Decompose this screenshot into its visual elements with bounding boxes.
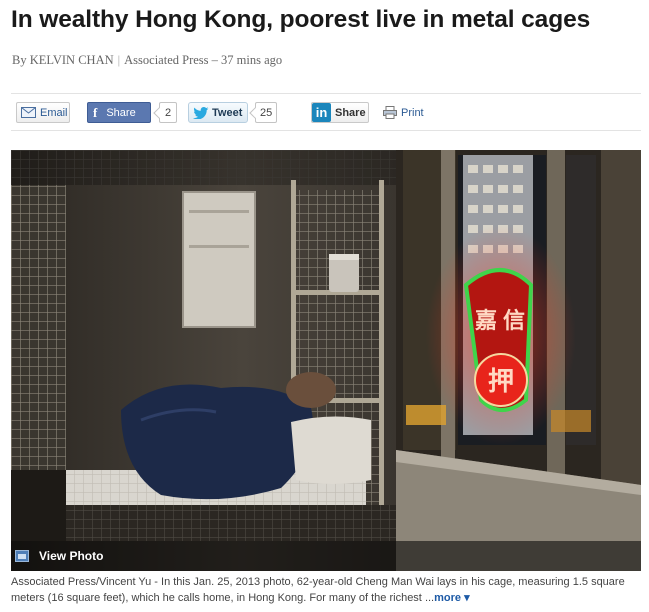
facebook-share-label: Share bbox=[106, 106, 136, 119]
chevron-down-icon: ▾ bbox=[464, 592, 470, 604]
caption-ellipsis: ... bbox=[424, 592, 435, 604]
facebook-share-button[interactable]: f Share bbox=[87, 102, 151, 123]
byline: By KELVIN CHAN | Associated Press – 37 min… bbox=[12, 53, 283, 67]
facebook-share-count: 2 bbox=[159, 102, 177, 123]
caption-more-link[interactable]: more ▾ bbox=[434, 592, 470, 604]
byline-source: Associated Press bbox=[124, 53, 209, 67]
email-label: Email bbox=[40, 106, 68, 119]
print-label: Print bbox=[401, 106, 424, 119]
facebook-icon: f bbox=[93, 104, 98, 120]
article-headline: In wealthy Hong Kong, poorest live in me… bbox=[11, 6, 591, 33]
linkedin-icon: in bbox=[312, 103, 331, 122]
printer-icon bbox=[383, 106, 397, 119]
cage-home-photo: 嘉 信 押 bbox=[11, 150, 641, 571]
photo-caption: Associated Press/Vincent Yu - In this Ja… bbox=[11, 574, 643, 606]
tweet-label: Tweet bbox=[212, 106, 243, 119]
more-label: more bbox=[434, 592, 462, 604]
envelope-icon bbox=[21, 107, 36, 118]
linkedin-share-label: Share bbox=[335, 106, 366, 119]
article-photo[interactable]: 嘉 信 押 View Photo bbox=[11, 150, 641, 571]
neon-sign-char-1: 嘉 bbox=[475, 308, 497, 334]
tweet-count: 25 bbox=[255, 102, 278, 123]
view-photo-label: View Photo bbox=[39, 549, 104, 563]
twitter-bird-icon bbox=[193, 106, 209, 119]
linkedin-share-button[interactable]: in Share bbox=[311, 102, 369, 123]
caption-text: Associated Press/Vincent Yu - In this Ja… bbox=[11, 576, 625, 604]
tweet-button[interactable]: Tweet bbox=[188, 102, 248, 123]
neon-sign-char-2: 信 bbox=[503, 308, 525, 334]
share-toolbar: Email f Share 2 Tweet 25 in Share Print bbox=[11, 93, 641, 131]
byline-time: 37 mins ago bbox=[221, 53, 283, 67]
byline-author[interactable]: By KELVIN CHAN bbox=[12, 53, 114, 67]
email-button[interactable]: Email bbox=[16, 102, 70, 123]
print-button[interactable]: Print bbox=[383, 102, 424, 123]
byline-separator: | bbox=[117, 53, 121, 67]
neon-sign-char-3: 押 bbox=[488, 367, 514, 397]
photo-gallery-icon bbox=[15, 550, 29, 562]
view-photo-button[interactable]: View Photo bbox=[11, 541, 641, 571]
